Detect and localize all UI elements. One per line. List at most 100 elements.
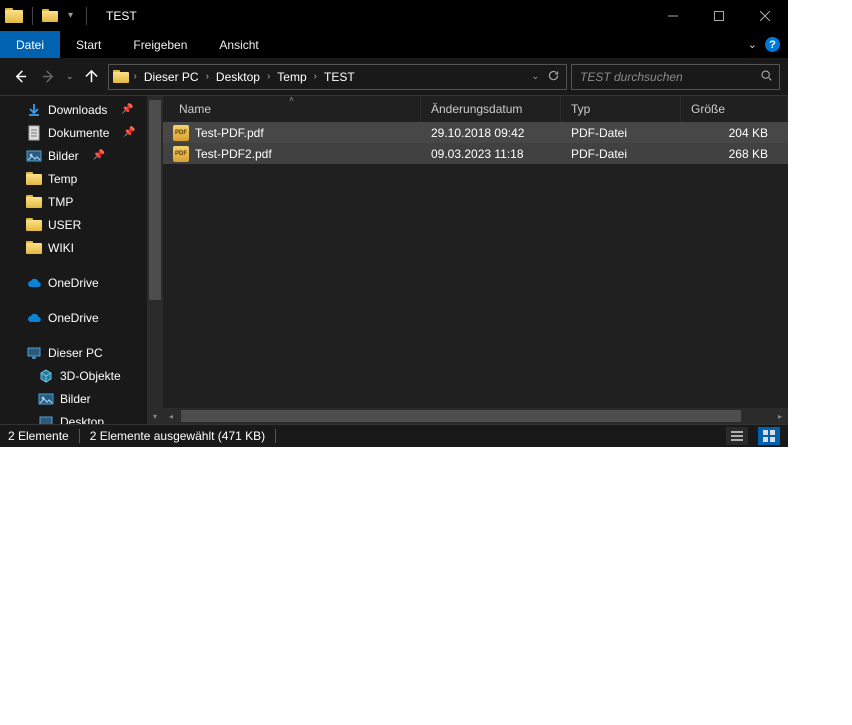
ribbon-tabs: Datei Start Freigeben Ansicht ⌄ ?	[0, 31, 788, 58]
cloud-icon	[26, 310, 42, 326]
nav-recent-icon[interactable]: ⌄	[64, 71, 76, 82]
tree-item-label: TMP	[48, 195, 73, 209]
nav-forward-button[interactable]	[36, 65, 60, 89]
pin-icon: 📌	[121, 104, 133, 115]
tree-item-label: OneDrive	[48, 276, 99, 290]
scroll-right-icon[interactable]: ▸	[772, 408, 788, 424]
horizontal-scrollbar[interactable]: ◂ ▸	[163, 408, 788, 424]
address-bar[interactable]: › Dieser PC › Desktop › Temp › TEST ⌄	[108, 64, 567, 90]
pc-icon	[26, 345, 42, 361]
pdf-icon: PDF	[173, 125, 189, 141]
files-container[interactable]: PDFTest-PDF.pdf29.10.2018 09:42PDF-Datei…	[163, 122, 788, 408]
help-icon[interactable]: ?	[765, 37, 780, 52]
maximize-button[interactable]	[696, 0, 742, 31]
folder-icon	[26, 241, 42, 254]
tree-item-downloads[interactable]: Downloads📌	[0, 98, 163, 121]
tree-item-label: Bilder	[60, 392, 91, 406]
address-history-icon[interactable]: ⌄	[531, 71, 539, 82]
folder-icon	[26, 195, 42, 208]
nav-up-button[interactable]	[80, 65, 104, 89]
tree-item-label: Desktop	[60, 415, 104, 425]
chevron-right-icon[interactable]: ›	[129, 71, 142, 82]
chevron-right-icon[interactable]: ›	[309, 71, 322, 82]
status-count: 2 Elemente	[8, 429, 69, 443]
tab-share[interactable]: Freigeben	[117, 31, 203, 58]
tree-item-label: Temp	[48, 172, 77, 186]
titlebar: ▾ TEST	[0, 0, 788, 31]
close-button[interactable]	[742, 0, 788, 31]
crumb-this-pc[interactable]: Dieser PC	[142, 65, 201, 89]
file-date: 09.03.2023 11:18	[421, 147, 561, 161]
file-type: PDF-Datei	[561, 126, 681, 140]
scroll-down-icon[interactable]: ▾	[147, 408, 163, 424]
tree-item-onedrive[interactable]: OneDrive	[0, 271, 163, 294]
tree-item-tmp[interactable]: TMP	[0, 190, 163, 213]
tree-item-label: Dieser PC	[48, 346, 103, 360]
column-headers: ˄ Name Änderungsdatum Typ Größe	[163, 96, 788, 122]
sort-ascending-icon: ˄	[289, 95, 294, 104]
column-name-label: Name	[179, 102, 211, 116]
search-box[interactable]	[571, 64, 780, 90]
file-name: Test-PDF2.pdf	[195, 147, 272, 161]
scroll-left-icon[interactable]: ◂	[163, 408, 179, 424]
tree-item-onedrive[interactable]: OneDrive	[0, 306, 163, 329]
minimize-button[interactable]	[650, 0, 696, 31]
tree-item-temp[interactable]: Temp	[0, 167, 163, 190]
tab-view[interactable]: Ansicht	[203, 31, 274, 58]
file-list: ˄ Name Änderungsdatum Typ Größe PDF Test-…	[163, 96, 788, 424]
tree-item-label: Dokumente	[48, 126, 109, 140]
tree-item-desktop[interactable]: Desktop	[0, 410, 163, 424]
nav-back-button[interactable]	[8, 65, 32, 89]
tree-item-user[interactable]: USER	[0, 213, 163, 236]
explorer-window: ▾ TEST Datei Start Freigeben Ansicht ⌄ ?	[0, 0, 788, 447]
file-type: PDF-Datei	[561, 147, 681, 161]
file-date: 29.10.2018 09:42	[421, 126, 561, 140]
app-folder-icon	[5, 8, 23, 23]
tree-item-3d-objekte[interactable]: 3D-Objekte	[0, 364, 163, 387]
search-icon[interactable]	[760, 69, 773, 85]
tree-item-bilder[interactable]: Bilder	[0, 387, 163, 410]
qat-dropdown-icon[interactable]: ▾	[64, 10, 77, 21]
tab-file[interactable]: Datei	[0, 31, 60, 58]
pin-icon: 📌	[93, 150, 105, 161]
pin-icon: 📌	[123, 127, 135, 138]
pics-icon	[38, 391, 54, 407]
tree-item-dieser-pc[interactable]: Dieser PC	[0, 341, 163, 364]
crumb-desktop[interactable]: Desktop	[214, 65, 262, 89]
tree-item-bilder[interactable]: Bilder 📌	[0, 144, 163, 167]
column-size[interactable]: Größe	[681, 96, 788, 122]
search-input[interactable]	[578, 69, 760, 85]
column-name[interactable]: ˄ Name	[163, 96, 421, 122]
tree-item-label: OneDrive	[48, 311, 99, 325]
window-title: TEST	[106, 9, 137, 23]
obj3d-icon	[38, 368, 54, 384]
chevron-right-icon[interactable]: ›	[201, 71, 214, 82]
tab-start[interactable]: Start	[60, 31, 117, 58]
crumb-temp[interactable]: Temp	[275, 65, 308, 89]
scrollbar-thumb[interactable]	[181, 410, 741, 422]
file-row[interactable]: PDFTest-PDF2.pdf09.03.2023 11:18PDF-Date…	[163, 143, 788, 164]
scrollbar-thumb[interactable]	[149, 100, 161, 300]
ribbon-expand-icon[interactable]: ⌄	[748, 38, 757, 51]
column-type[interactable]: Typ	[561, 96, 681, 122]
view-tiles-button[interactable]	[758, 427, 780, 445]
quick-access-toolbar: ▾	[5, 7, 98, 25]
tree-item-wiki[interactable]: WIKI	[0, 236, 163, 259]
file-size: 204 KB	[681, 126, 788, 140]
chevron-right-icon[interactable]: ›	[262, 71, 275, 82]
crumb-test[interactable]: TEST	[322, 65, 357, 89]
tree-item-label: 3D-Objekte	[60, 369, 121, 383]
refresh-icon[interactable]	[547, 69, 560, 85]
view-details-button[interactable]	[726, 427, 748, 445]
tree-item-label: USER	[48, 218, 81, 232]
qat-folder-icon[interactable]	[42, 9, 58, 22]
column-date[interactable]: Änderungsdatum	[421, 96, 561, 122]
navigation-tree[interactable]: Downloads📌 Dokumente 📌 Bilder 📌 Temp TMP USER WI…	[0, 96, 163, 424]
file-row[interactable]: PDFTest-PDF.pdf29.10.2018 09:42PDF-Datei…	[163, 122, 788, 143]
tree-item-label: Bilder	[48, 149, 79, 163]
status-bar: 2 Elemente 2 Elemente ausgewählt (471 KB…	[0, 424, 788, 447]
address-folder-icon	[113, 70, 129, 83]
tree-item-dokumente[interactable]: Dokumente 📌	[0, 121, 163, 144]
tree-scrollbar[interactable]: ▾	[147, 96, 163, 424]
download-icon	[26, 102, 42, 118]
